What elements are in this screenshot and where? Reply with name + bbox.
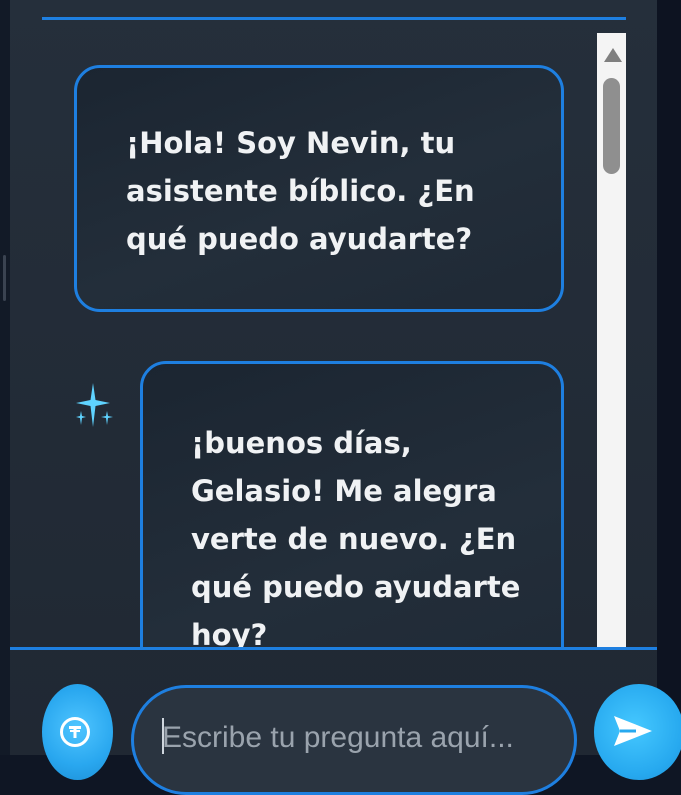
left-edge	[0, 0, 10, 755]
top-divider	[42, 17, 626, 20]
right-edge	[657, 0, 681, 755]
t-glyph-icon	[69, 726, 81, 738]
resize-handle[interactable]	[3, 255, 6, 301]
scrollbar-thumb[interactable]	[603, 78, 620, 174]
question-input-field[interactable]	[131, 685, 577, 795]
send-button[interactable]	[594, 684, 681, 780]
message-text: ¡buenos días, Gelasio! Me alegra verte d…	[191, 426, 521, 647]
question-input[interactable]	[160, 715, 564, 761]
action-button[interactable]	[42, 684, 113, 780]
message-bubble: ¡buenos días, Gelasio! Me alegra verte d…	[140, 361, 564, 647]
text-caret	[162, 718, 164, 754]
message-list: ¡Hola! Soy Nevin, tu asistente bíblico. …	[10, 33, 597, 647]
scroll-up-arrow-icon[interactable]	[604, 48, 622, 62]
sparkle-icon	[76, 383, 113, 427]
composer-divider	[10, 647, 657, 650]
message-bubble: ¡Hola! Soy Nevin, tu asistente bíblico. …	[74, 65, 564, 312]
message-text: ¡Hola! Soy Nevin, tu asistente bíblico. …	[126, 126, 475, 256]
send-icon	[614, 716, 652, 746]
